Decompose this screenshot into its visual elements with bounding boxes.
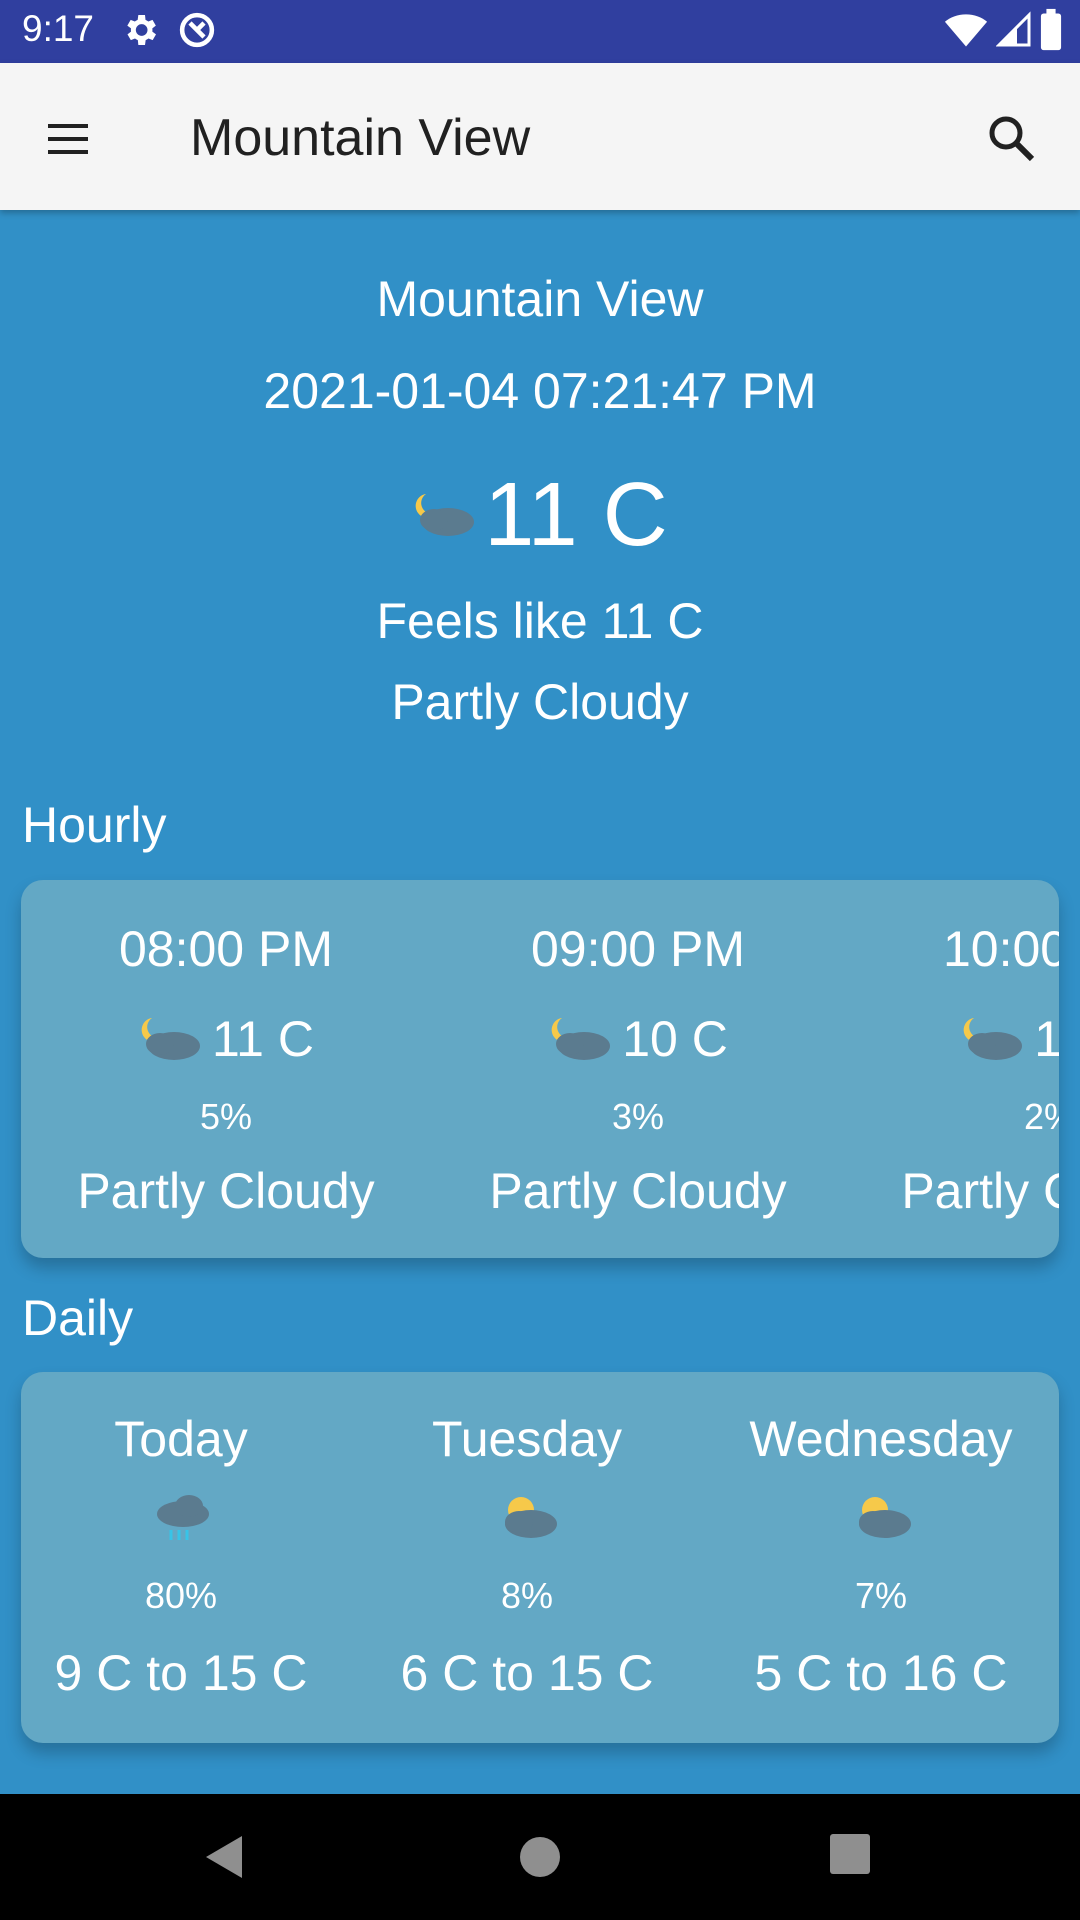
hourly-title: Hourly (22, 797, 167, 853)
hourly-temperature: 11 C (212, 1011, 314, 1067)
app-bar: Mountain View (0, 63, 1080, 210)
status-time: 9:17 (22, 8, 95, 49)
partly-cloudy-night-icon (141, 1018, 201, 1060)
hourly-time: 10:00 PM (942, 921, 1059, 977)
recents-icon[interactable] (828, 1832, 872, 1876)
daily-precip: 80% (144, 1575, 218, 1616)
daily-range: 9 C to 15 C (54, 1645, 308, 1701)
daily-title: Daily (22, 1290, 134, 1346)
data-saver-icon (179, 12, 215, 48)
hourly-temperature: 10 C (1034, 1011, 1059, 1067)
battery-icon (1040, 8, 1062, 51)
hourly-condition: Partly Cloudy (77, 1163, 375, 1219)
hourly-temperature: 10 C (622, 1011, 728, 1067)
settings-icon (127, 15, 156, 45)
daily-day: Wednesday (749, 1411, 1013, 1467)
hourly-time: 09:00 PM (530, 921, 745, 977)
cell-signal-icon (996, 11, 1031, 47)
hourly-time: 08:00 PM (118, 921, 333, 977)
daily-card[interactable]: Today 80% 9 C to 15 C Tuesday 8% 6 C to … (21, 1372, 1059, 1743)
search-icon (989, 116, 1035, 162)
partly-cloudy-icon (505, 1497, 557, 1538)
partly-cloudy-night-icon (415, 494, 475, 536)
hourly-condition: Partly Cloudy (489, 1163, 787, 1219)
daily-precip: 7% (854, 1575, 908, 1616)
partly-cloudy-icon (859, 1497, 911, 1538)
partly-cloudy-night-icon (551, 1018, 611, 1060)
search-button[interactable] (982, 109, 1042, 169)
current-datetime: 2021-01-04 07:21:47 PM (263, 363, 817, 419)
menu-button[interactable] (38, 108, 108, 168)
partly-cloudy-night-icon (963, 1018, 1023, 1060)
daily-day: Today (114, 1411, 248, 1467)
current-condition: Partly Cloudy (391, 674, 689, 730)
feels-like: Feels like 11 C (376, 593, 704, 649)
hamburger-menu-icon (48, 124, 88, 154)
wifi-icon (944, 14, 988, 47)
back-icon[interactable] (200, 1832, 250, 1882)
daily-precip: 8% (500, 1575, 554, 1616)
home-icon[interactable] (515, 1832, 565, 1882)
hourly-precip: 5% (199, 1096, 253, 1137)
current-temperature: 11 C (484, 465, 668, 565)
status-bar: 9:17 (0, 0, 1080, 63)
navigation-bar (0, 1794, 1080, 1920)
daily-day: Tuesday (432, 1411, 622, 1467)
hourly-precip: 3% (611, 1096, 665, 1137)
daily-range: 5 C to 16 C (754, 1645, 1008, 1701)
daily-range: 6 C to 15 C (400, 1645, 654, 1701)
current-temp-row: 11 C (0, 460, 1080, 570)
app-title: Mountain View (190, 109, 531, 167)
hourly-condition: Partly Cloudy (901, 1163, 1059, 1219)
hourly-precip: 2% (1023, 1096, 1059, 1137)
current-location: Mountain View (376, 271, 704, 327)
hourly-card[interactable]: 08:00 PM 11 C 5% Partly Cloudy 09:00 PM (21, 880, 1059, 1258)
rain-cloud-icon (157, 1495, 209, 1540)
